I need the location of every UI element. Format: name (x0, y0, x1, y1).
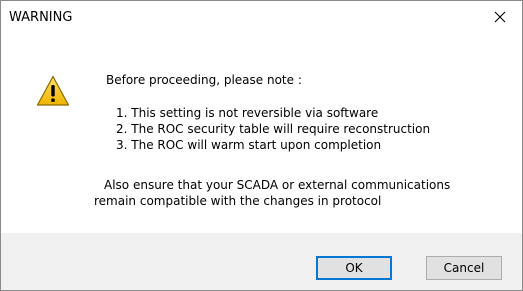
ok-button[interactable]: OK (316, 256, 392, 280)
message-also-line-2: remain compatible with the changes in pr… (94, 194, 382, 208)
message-heading: Before proceeding, please note : (106, 73, 302, 87)
window-title: WARNING (9, 10, 73, 25)
close-icon (494, 11, 506, 22)
title-bar: WARNING (1, 1, 522, 32)
message-area: Before proceeding, please note : 1. This… (1, 32, 522, 233)
message-item-2: 2. The ROC security table will require r… (116, 122, 431, 136)
message-item-3: 3. The ROC will warm start upon completi… (116, 138, 382, 152)
message-also-line-1: Also ensure that your SCADA or external … (104, 178, 451, 192)
message-item-1: 1. This setting is not reversible via so… (116, 106, 379, 120)
close-button[interactable] (478, 1, 522, 32)
button-bar: OK Cancel (1, 233, 522, 290)
warning-triangle-icon (36, 75, 70, 106)
cancel-button[interactable]: Cancel (426, 256, 502, 280)
warning-dialog: WARNING Before proceeding, please note :… (0, 0, 523, 291)
